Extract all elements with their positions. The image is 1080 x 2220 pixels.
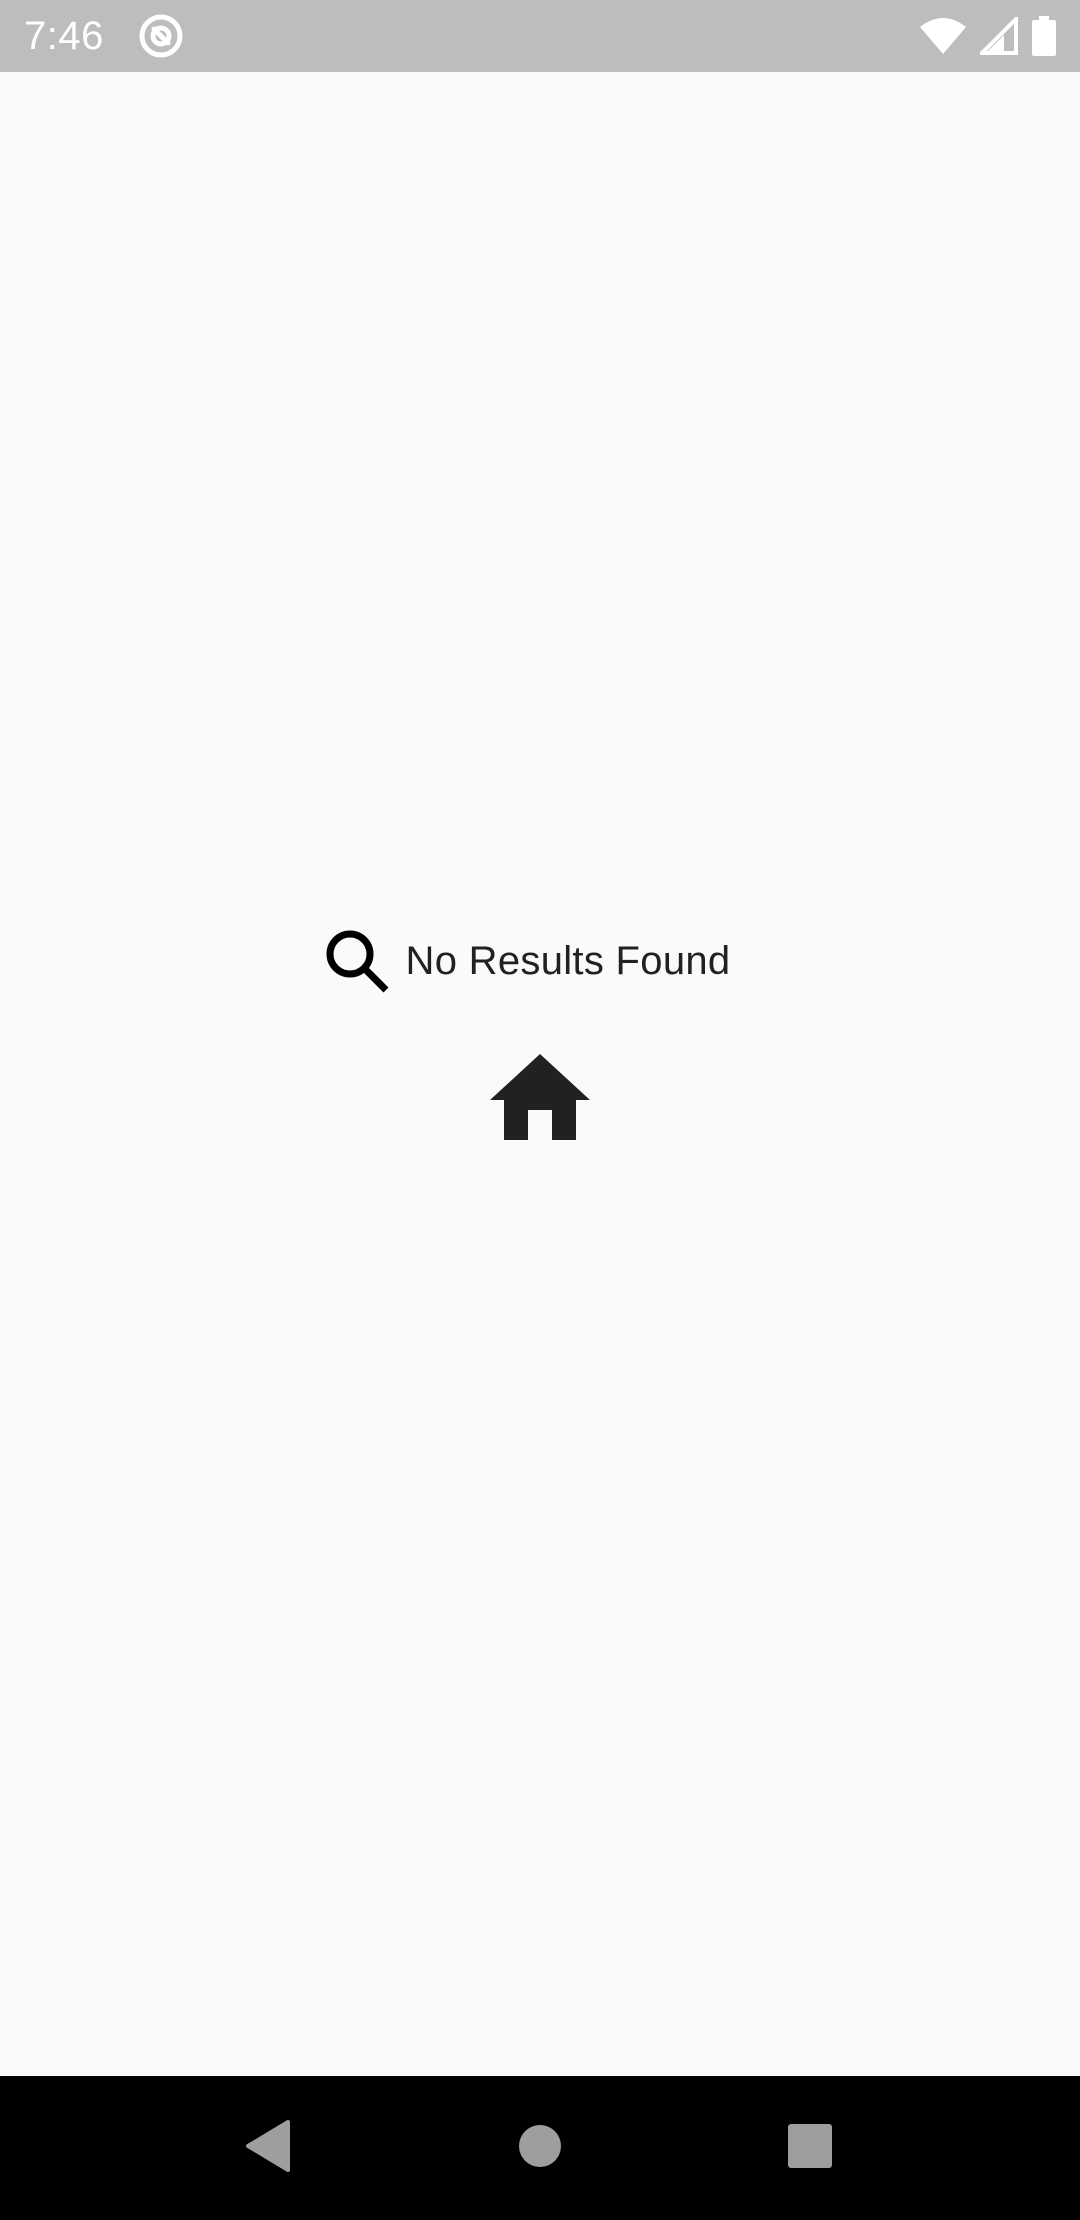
- no-results-message: No Results Found: [405, 939, 731, 983]
- status-bar: 7:46: [0, 0, 1080, 72]
- recents-square-icon: [787, 2123, 833, 2174]
- nav-home-button[interactable]: [480, 2088, 600, 2208]
- status-time: 7:46: [24, 14, 104, 58]
- nav-recents-button[interactable]: [750, 2088, 870, 2208]
- cell-signal-icon: [980, 17, 1018, 55]
- at-sign-icon: [138, 13, 184, 59]
- battery-icon: [1032, 16, 1056, 56]
- empty-state: No Results Found: [0, 926, 1080, 1154]
- home-icon: [490, 1053, 590, 1145]
- no-results-row: No Results Found: [322, 926, 731, 996]
- app-screen: 7:46 No Results Found: [0, 0, 1080, 2220]
- home-button[interactable]: [485, 1044, 595, 1154]
- nav-back-button[interactable]: [208, 2088, 328, 2208]
- status-icons: [920, 16, 1056, 56]
- wifi-icon: [920, 18, 966, 54]
- navigation-bar: [0, 2076, 1080, 2220]
- back-triangle-icon: [244, 2119, 292, 2177]
- home-circle-icon: [518, 2124, 562, 2173]
- search-icon: [322, 926, 392, 996]
